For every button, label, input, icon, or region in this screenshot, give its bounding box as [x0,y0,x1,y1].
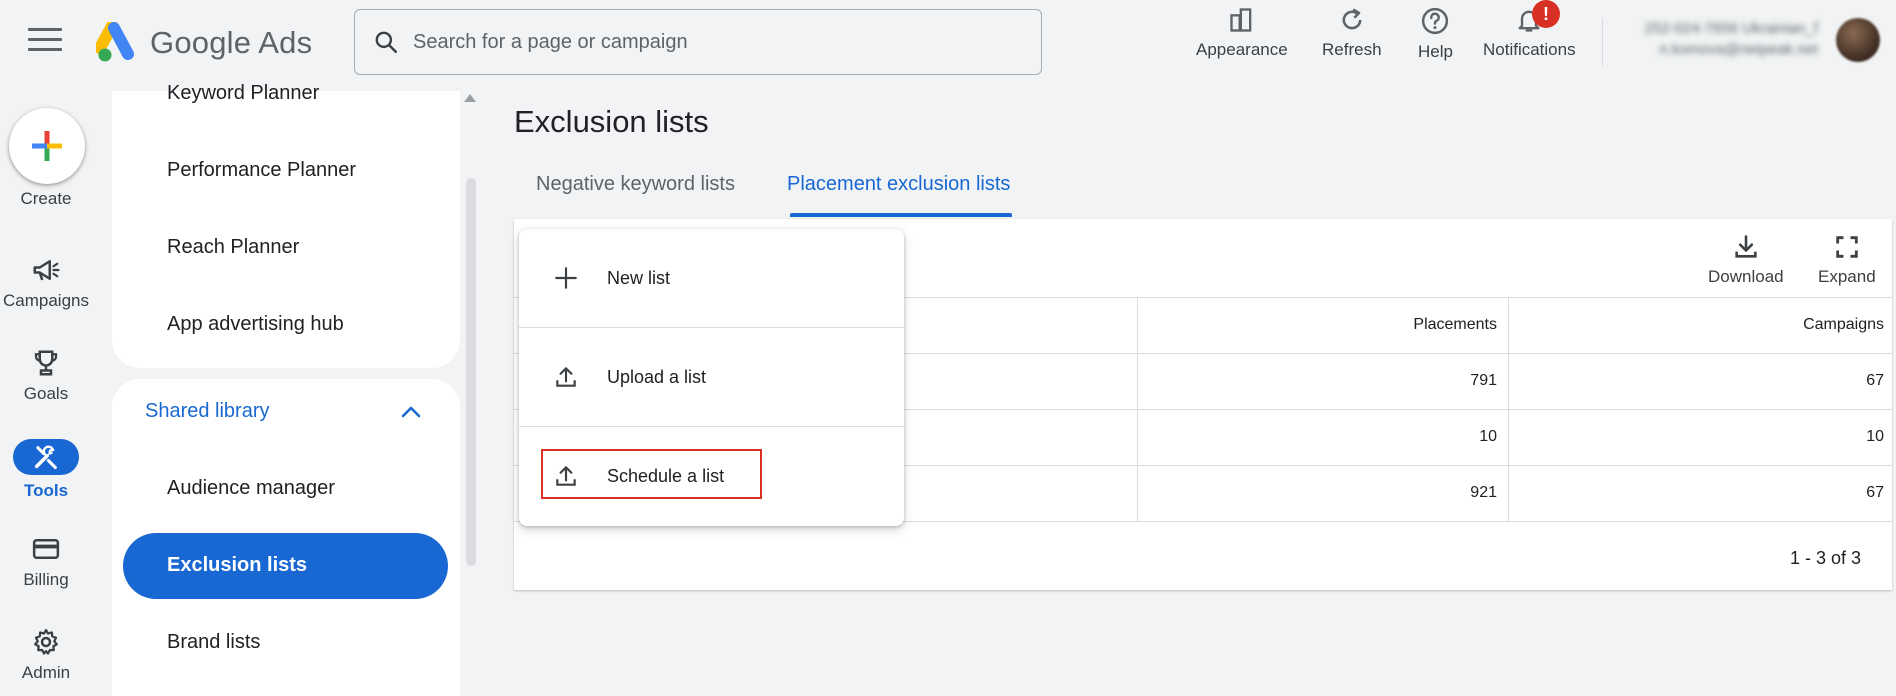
rail-item-billing[interactable]: Billing [0,534,92,590]
menu-icon[interactable] [28,28,62,56]
download-label: Download [1708,267,1784,286]
toolbar-divider [1602,18,1603,66]
appearance-button[interactable]: Appearance [1196,6,1288,68]
tools-label: Tools [23,481,69,500]
download-button[interactable]: Download [1708,233,1784,287]
sidenav-item-app-advertising-hub[interactable]: App advertising hub [167,313,344,336]
refresh-button[interactable]: Refresh [1322,6,1382,68]
sidenav-item-performance-planner[interactable]: Performance Planner [167,159,356,182]
active-tab-indicator [790,213,1012,217]
billing-label: Billing [23,570,69,589]
refresh-icon [1342,8,1362,30]
gear-icon [34,629,58,655]
appearance-icon [1230,8,1252,32]
search-input[interactable] [413,30,1013,54]
sidenav-item-keyword-planner[interactable]: Keyword Planner [167,82,319,105]
notification-badge: ! [1532,0,1560,28]
sidenav-scrollbar[interactable] [466,178,476,566]
account-id: 252-024-7656 Ukrainian_f [1644,20,1818,37]
create-button[interactable] [9,108,85,184]
column-header-campaigns[interactable]: Campaigns [1754,316,1884,334]
help-icon [1422,7,1449,35]
upload-icon [556,367,576,387]
avatar[interactable] [1836,18,1880,62]
fullscreen-icon [1836,236,1858,258]
search-icon [375,31,398,54]
download-icon [1735,235,1757,258]
help-button[interactable]: Help [1418,6,1453,68]
page-title: Exclusion lists [514,104,709,139]
cell-placements: 791 [1470,372,1497,389]
cell-campaigns: 67 [1866,484,1884,501]
menu-item-label: Upload a list [607,366,707,387]
sidenav-section-shared-library[interactable]: Shared library [145,400,270,423]
refresh-label: Refresh [1322,40,1382,59]
google-ads-logo-icon [96,22,134,62]
sidenav-item-reach-planner[interactable]: Reach Planner [167,236,299,259]
rail-item-create-label[interactable]: Create [0,189,92,209]
plus-icon [555,267,577,289]
cell-campaigns: 10 [1866,428,1884,445]
pagination-summary: 1 - 3 of 3 [1790,548,1862,568]
megaphone-icon [33,260,60,281]
sidenav-item-brand-lists[interactable]: Brand lists [167,631,260,654]
chevron-up-icon[interactable] [400,404,422,420]
help-label: Help [1418,42,1453,61]
credit-card-icon [32,539,60,559]
goals-label: Goals [23,384,69,403]
app-name: Google Ads [150,25,313,60]
account-info[interactable]: 252-024-7656 Ukrainian_f n.komova@netpea… [1618,20,1818,58]
column-divider [1137,298,1138,522]
tab-placement-exclusion-lists[interactable]: Placement exclusion lists [787,173,1010,196]
google-ads-logo[interactable]: Google Ads [96,20,312,66]
sidenav-item-audience-manager[interactable]: Audience manager [167,477,335,500]
notifications-button[interactable]: Notifications [1483,6,1576,68]
sidenav-item-exclusion-lists[interactable]: Exclusion lists [123,533,448,599]
appearance-label: Appearance [1196,40,1288,59]
tools-pill [13,439,79,475]
admin-label: Admin [21,663,71,682]
menu-item-new-list[interactable]: New list [519,229,904,327]
expand-label: Expand [1818,267,1876,286]
sidenav-item-exclusion-lists-label: Exclusion lists [167,554,308,576]
plus-icon [32,131,62,161]
rail-item-tools[interactable]: Tools [0,439,92,501]
cell-campaigns: 67 [1866,372,1884,389]
cell-placements: 921 [1470,484,1497,501]
create-label: Create [20,189,72,208]
search-bar[interactable] [354,9,1042,75]
add-list-menu: New list Upload a list Schedule a list [519,229,904,526]
notifications-label: Notifications [1483,40,1576,59]
cell-placements: 10 [1479,428,1497,445]
rail-item-admin[interactable]: Admin [0,627,92,683]
top-bar: Google Ads Appearance Refresh Help [0,0,1896,91]
column-header-placements[interactable]: Placements [1384,316,1497,334]
menu-item-upload-a-list[interactable]: Upload a list [519,328,904,426]
left-rail: Create Campaigns Goals Tools Billing Adm… [0,91,92,696]
rail-item-campaigns[interactable]: Campaigns [0,255,92,311]
rail-item-goals[interactable]: Goals [0,348,92,404]
upload-icon [556,466,576,486]
scroll-up-arrow[interactable] [464,94,476,102]
tools-icon [34,445,57,470]
menu-item-schedule-a-list[interactable]: Schedule a list [519,427,904,525]
menu-item-label: New list [607,267,671,288]
account-email: n.komova@netpeak.net [1659,41,1818,58]
column-divider [1508,298,1509,522]
menu-item-label: Schedule a list [607,465,725,486]
expand-button[interactable]: Expand [1818,233,1876,287]
tab-negative-keyword-lists[interactable]: Negative keyword lists [536,173,735,196]
trophy-icon [34,350,58,376]
campaigns-label: Campaigns [3,291,89,310]
